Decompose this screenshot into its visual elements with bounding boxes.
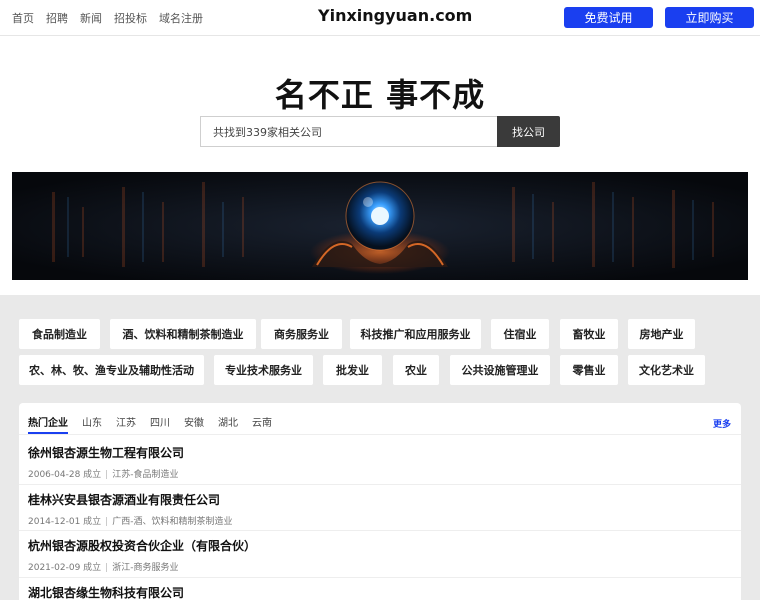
- list-item[interactable]: 桂林兴安县银杏源酒业有限责任公司 2014-12-01 成立 | 广西-酒、饮料和精…: [28, 491, 732, 527]
- company-name[interactable]: 徐州银杏源生物工程有限公司: [28, 444, 732, 461]
- industry-tag[interactable]: 农、林、牧、渔专业及辅助性活动: [19, 355, 204, 385]
- site-logo[interactable]: Yinxingyuan.com: [318, 6, 472, 25]
- list-item[interactable]: 徐州银杏源生物工程有限公司 2006-04-28 成立 | 江苏-食品制造业: [28, 444, 732, 480]
- nav-home[interactable]: 首页: [12, 10, 34, 26]
- industry-tag[interactable]: 住宿业: [491, 319, 549, 349]
- industry-tag[interactable]: 专业技术服务业: [214, 355, 313, 385]
- industry-tag[interactable]: 畜牧业: [560, 319, 618, 349]
- region-industry: 广西-酒、饮料和精制茶制造业: [112, 517, 233, 527]
- founded-date: 2014-12-01 成立: [28, 517, 102, 527]
- region-industry: 江苏-食品制造业: [112, 470, 179, 480]
- nav-domain[interactable]: 域名注册: [159, 10, 203, 26]
- tab-hubei[interactable]: 湖北: [218, 409, 238, 433]
- tabs-divider: [19, 434, 741, 435]
- category-section: 食品制造业 酒、饮料和精制茶制造业 商务服务业 科技推广和应用服务业 住宿业 畜…: [0, 295, 760, 613]
- tab-shandong[interactable]: 山东: [82, 409, 102, 433]
- meta-separator: |: [105, 470, 109, 480]
- industry-tag[interactable]: 公共设施管理业: [450, 355, 550, 385]
- free-trial-button[interactable]: 免费试用: [564, 7, 653, 28]
- industry-tag[interactable]: 商务服务业: [261, 319, 342, 349]
- find-company-button[interactable]: 找公司: [497, 116, 560, 147]
- hero-title: 名不正 事不成: [274, 76, 486, 114]
- list-item[interactable]: 湖北银杏缘生物科技有限公司: [28, 584, 732, 601]
- tab-hot[interactable]: 热门企业: [28, 409, 68, 434]
- tab-yunnan[interactable]: 云南: [252, 409, 272, 433]
- item-divider: [19, 530, 741, 531]
- founded-date: 2006-04-28 成立: [28, 470, 102, 480]
- meta-separator: |: [105, 563, 109, 573]
- top-header: 首页 招聘 新闻 招投标 域名注册 Yinxingyuan.com 免费试用 立…: [0, 0, 760, 36]
- industry-tag[interactable]: 文化艺术业: [628, 355, 705, 385]
- company-meta: 2014-12-01 成立 | 广西-酒、饮料和精制茶制造业: [28, 514, 732, 527]
- company-name[interactable]: 杭州银杏源股权投资合伙企业（有限合伙）: [28, 537, 732, 554]
- region-industry: 浙江-商务服务业: [112, 563, 179, 573]
- company-meta: 2006-04-28 成立 | 江苏-食品制造业: [28, 467, 732, 480]
- industry-tag[interactable]: 食品制造业: [19, 319, 100, 349]
- company-meta: 2021-02-09 成立 | 浙江-商务服务业: [28, 560, 732, 573]
- company-search-input[interactable]: 共找到339家相关公司: [200, 116, 497, 147]
- company-list-card: 热门企业 山东 江苏 四川 安徽 湖北 云南 更多 徐州银杏源生物工程有限公司 …: [19, 403, 741, 613]
- company-name[interactable]: 湖北银杏缘生物科技有限公司: [28, 584, 732, 601]
- founded-date: 2021-02-09 成立: [28, 563, 102, 573]
- industry-tag[interactable]: 科技推广和应用服务业: [350, 319, 481, 349]
- tab-sichuan[interactable]: 四川: [150, 409, 170, 433]
- industry-tag[interactable]: 酒、饮料和精制茶制造业: [110, 319, 256, 349]
- industry-tag[interactable]: 房地产业: [628, 319, 695, 349]
- nav-news[interactable]: 新闻: [80, 10, 102, 26]
- region-tabs: 热门企业 山东 江苏 四川 安徽 湖北 云南: [28, 409, 272, 434]
- tab-anhui[interactable]: 安徽: [184, 409, 204, 433]
- item-divider: [19, 577, 741, 578]
- buy-now-button[interactable]: 立即购买: [665, 7, 754, 28]
- item-divider: [19, 484, 741, 485]
- more-link[interactable]: 更多: [713, 417, 731, 430]
- tab-jiangsu[interactable]: 江苏: [116, 409, 136, 433]
- meta-separator: |: [105, 517, 109, 527]
- nav-jobs[interactable]: 招聘: [46, 10, 68, 26]
- nav-bidding[interactable]: 招投标: [114, 10, 147, 26]
- industry-tag[interactable]: 批发业: [323, 355, 382, 385]
- hero-banner: [12, 172, 748, 280]
- list-item[interactable]: 杭州银杏源股权投资合伙企业（有限合伙） 2021-02-09 成立 | 浙江-商务服…: [28, 537, 732, 573]
- crystal-ball-illustration: [12, 172, 748, 280]
- industry-tag[interactable]: 零售业: [560, 355, 618, 385]
- company-name[interactable]: 桂林兴安县银杏源酒业有限责任公司: [28, 491, 732, 508]
- industry-tag[interactable]: 农业: [393, 355, 439, 385]
- top-nav: 首页 招聘 新闻 招投标 域名注册: [12, 0, 203, 35]
